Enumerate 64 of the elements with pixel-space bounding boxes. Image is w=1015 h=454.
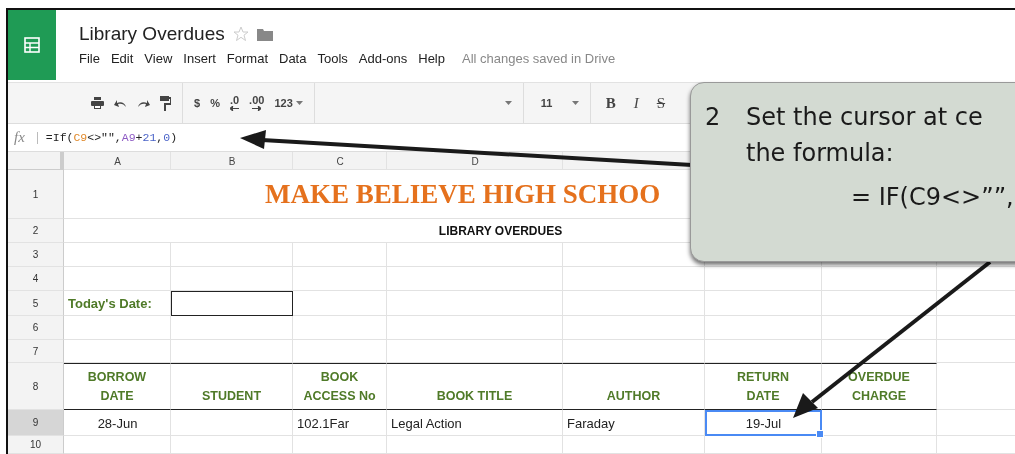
caret-icon: [295, 101, 303, 105]
formula-text: = IF(C9<>””,: [850, 183, 1014, 211]
left-arrow-icon: [230, 106, 239, 111]
folder-icon[interactable]: [256, 27, 273, 41]
percent-format-button[interactable]: %: [205, 91, 225, 115]
menu-item[interactable]: Help: [418, 51, 445, 66]
menu-item[interactable]: Edit: [110, 51, 134, 66]
date-label: Today's Date:: [67, 295, 153, 313]
column-heading: OVERDUE CHARGE: [822, 363, 937, 410]
row-header[interactable]: 3: [8, 243, 64, 267]
column-heading: BOOK TITLE: [387, 363, 563, 410]
menu-item[interactable]: File: [79, 51, 100, 66]
sheet-subtitle: LIBRARY OVERDUES: [438, 223, 563, 238]
column-heading: STUDENT: [171, 363, 293, 410]
row-header[interactable]: 9: [8, 410, 64, 436]
menu-item[interactable]: Insert: [183, 51, 216, 66]
row-header[interactable]: 4: [8, 267, 64, 291]
sheet-title: MAKE BELIEVE HIGH SCHOO: [265, 178, 661, 210]
save-status: All changes saved in Drive: [462, 51, 616, 66]
print-icon[interactable]: [91, 97, 104, 109]
row-header[interactable]: 5: [8, 291, 64, 316]
instruction-text: Set the cursor at ce: [746, 103, 983, 131]
formula-input[interactable]: =If(C9<>"",A9+21,0): [45, 131, 178, 144]
table-cell[interactable]: 28-Jun: [64, 410, 171, 436]
font-size-dropdown[interactable]: 11: [529, 91, 584, 115]
column-heading: BOOK ACCESS No: [293, 363, 387, 410]
column-heading: BORROW DATE: [64, 363, 171, 410]
redo-icon[interactable]: [137, 98, 150, 108]
star-icon[interactable]: [232, 26, 249, 42]
row-header[interactable]: 7: [8, 340, 64, 363]
document-title[interactable]: Library Overdues: [79, 23, 225, 45]
currency-format-button[interactable]: $: [189, 91, 206, 115]
increase-decimals-button[interactable]: .00: [244, 91, 270, 115]
menu-item[interactable]: Tools: [317, 51, 348, 66]
row-header[interactable]: 10: [8, 436, 64, 454]
italic-button[interactable]: I: [624, 91, 648, 115]
date-input-cell[interactable]: [171, 291, 293, 316]
column-heading: AUTHOR: [563, 363, 705, 410]
right-arrow-icon: [252, 106, 262, 111]
undo-icon[interactable]: [114, 98, 127, 108]
paint-roller-icon[interactable]: [160, 95, 171, 111]
column-header[interactable]: D: [387, 152, 563, 170]
column-header[interactable]: A: [64, 152, 171, 170]
step-number: 2: [704, 103, 722, 131]
number-format-dropdown[interactable]: 123: [269, 91, 308, 115]
column-header[interactable]: B: [171, 152, 293, 170]
menu-item[interactable]: View: [144, 51, 173, 66]
table-cell[interactable]: Faraday: [563, 410, 705, 436]
bold-button[interactable]: B: [596, 91, 625, 115]
function-label: fx: [14, 129, 25, 146]
row-header[interactable]: 6: [8, 316, 64, 340]
menu-item[interactable]: Format: [226, 51, 268, 66]
table-cell[interactable]: 102.1Far: [293, 410, 387, 436]
strikethrough-button[interactable]: S: [647, 91, 675, 115]
caret-icon: [504, 101, 512, 105]
menu-item[interactable]: Data: [279, 51, 307, 66]
caret-icon: [571, 101, 579, 105]
instruction-text: the formula:: [745, 139, 894, 167]
selected-cell[interactable]: 19-Jul: [705, 410, 822, 436]
decrease-decimals-button[interactable]: .0: [224, 91, 245, 115]
menu-item[interactable]: Add-ons: [358, 51, 408, 66]
sheets-logo[interactable]: [8, 10, 56, 80]
table-cell[interactable]: Legal Action: [387, 410, 563, 436]
column-header[interactable]: C: [293, 152, 387, 170]
